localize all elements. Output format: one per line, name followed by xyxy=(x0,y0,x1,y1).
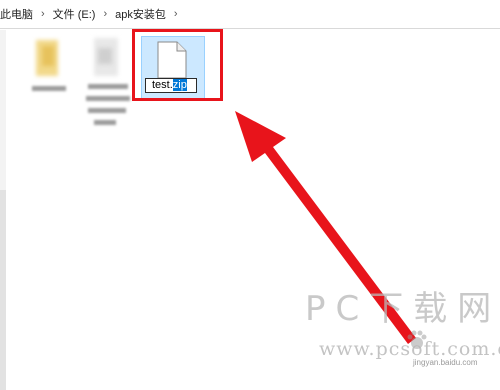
watermark-url: www.pcsoft.com.cn xyxy=(319,338,500,360)
watermark-source: jingyan.baidu.com xyxy=(413,358,478,367)
watermark-title: PC下载网 xyxy=(305,289,500,329)
